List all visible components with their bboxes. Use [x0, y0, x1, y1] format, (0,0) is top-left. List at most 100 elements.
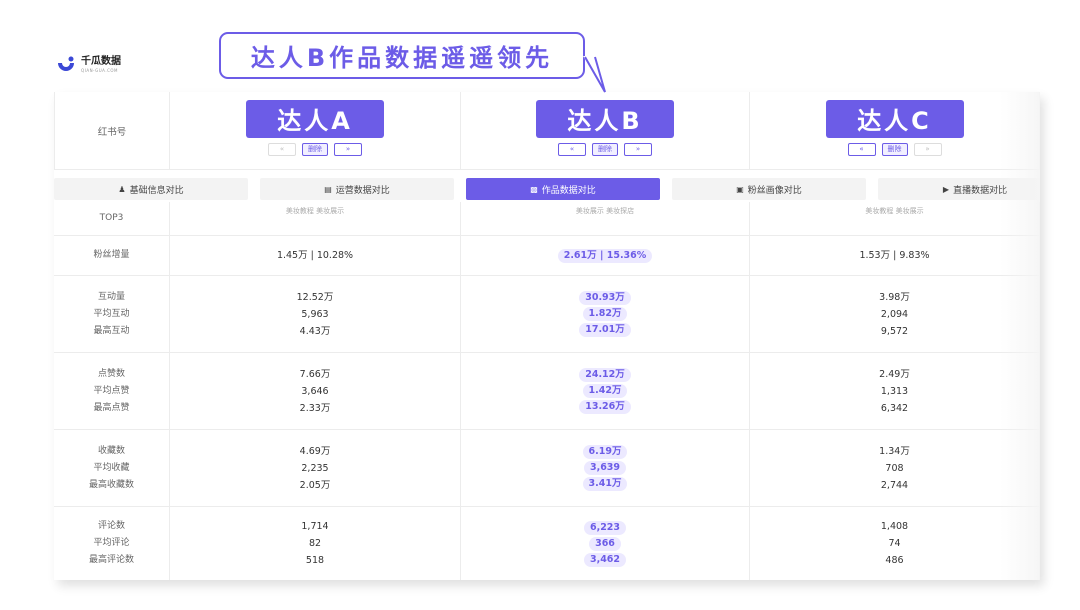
top3-cell-c: 美妆教程 美妆展示 — [750, 202, 1040, 235]
label-line: 最高点赞 — [93, 402, 130, 413]
tab-label: 基础信息对比 — [129, 185, 184, 196]
row-label: 点赞数 平均点赞 最高点赞 — [54, 353, 170, 429]
live-icon: ▶ — [942, 184, 950, 194]
chart-icon: ▤ — [324, 184, 332, 194]
value: 1,408 — [880, 521, 909, 532]
value: 2,235 — [301, 462, 329, 474]
value: 74 — [888, 538, 901, 549]
table-cell: 2.49万 1,313 6,342 — [750, 353, 1040, 429]
label-line: 最高评论数 — [88, 555, 134, 565]
table-cell: 30.93万 1.82万 17.01万 — [461, 276, 750, 352]
logo-icon — [58, 56, 74, 71]
label-line: 平均评论 — [93, 538, 130, 548]
value: 708 — [885, 462, 904, 474]
value: 82 — [308, 538, 322, 549]
tab-label: 直播数据对比 — [953, 185, 1008, 196]
logo-subtitle: QIAN-GUA.COM — [81, 68, 119, 73]
talent-b-header: 达人B « 删除 » — [461, 92, 750, 169]
value: 1.34万 — [879, 445, 910, 457]
fans-growth-row: 粉丝增量 1.45万 | 10.28% 2.61万 | 15.36% 1.53万… — [54, 236, 1040, 276]
top3-tags-b: 美妆展示 美妆探店 — [575, 207, 635, 215]
talent-a-name: 达人A — [246, 99, 384, 138]
top3-cell-b: 美妆展示 美妆探店 — [461, 202, 750, 235]
label-line: 互动量 — [97, 291, 125, 302]
table-cell: 4.69万 2,235 2.05万 — [170, 430, 461, 506]
tab-works[interactable]: ▩ 作品数据对比 — [466, 178, 660, 200]
tab-operations[interactable]: ▤ 运营数据对比 — [260, 178, 454, 200]
top3-cell-a: 美妆教程 美妆展示 — [170, 202, 461, 235]
value: 4.69万 — [299, 445, 331, 457]
tab-live[interactable]: ▶ 直播数据对比 — [878, 178, 1040, 200]
table-cell: 1.34万 708 2,744 — [750, 430, 1040, 506]
table-cell: 24.12万 1.42万 13.26万 — [461, 353, 750, 429]
talent-a-next-button[interactable]: » — [334, 142, 362, 156]
table-cell: 1,714 82 518 — [170, 507, 461, 580]
value: 2.49万 — [879, 368, 910, 380]
header-row: 红书号 达人A « 删除 » 达人B « 删除 » 达人C « 删除 » — [54, 92, 1040, 170]
callout-text: 达人B作品数据遥遥领先 — [250, 44, 554, 72]
table-cell: 1.53万 | 9.83% — [750, 236, 1040, 275]
value: 3,462 — [583, 552, 627, 567]
tab-fans-profile[interactable]: ▣ 粉丝画像对比 — [672, 178, 866, 200]
tab-basic-info[interactable]: ♟ 基础信息对比 — [54, 178, 248, 200]
table-cell: 6,223 366 3,462 — [461, 507, 750, 580]
talent-c-name: 达人C — [825, 99, 964, 138]
top3-row: TOP3 美妆教程 美妆展示 美妆展示 美妆探店 美妆教程 美妆展示 — [54, 202, 1040, 236]
value: 366 — [589, 536, 621, 551]
value: 1,714 — [301, 521, 329, 532]
top3-tags-c: 美妆教程 美妆展示 — [865, 207, 924, 215]
table-cell: 3.98万 2,094 9,572 — [750, 276, 1040, 352]
fans-icon: ▣ — [736, 184, 744, 194]
row-label: 收藏数 平均收藏 最高收藏数 — [54, 430, 170, 506]
table-cell: 12.52万 5,963 4.43万 — [170, 276, 461, 352]
value: 24.12万 — [579, 368, 631, 382]
value: 2.33万 — [299, 402, 331, 414]
row-label: 评论数 平均评论 最高评论数 — [54, 507, 170, 580]
label-line: 平均点赞 — [93, 385, 130, 396]
table-cell: 1.45万 | 10.28% — [170, 236, 461, 275]
document-icon: ▩ — [530, 184, 538, 194]
callout-tail — [583, 56, 606, 93]
value: 2,094 — [880, 308, 909, 320]
talent-a-delete-button[interactable]: 删除 — [302, 142, 328, 156]
value: 30.93万 — [579, 291, 631, 305]
fans-growth-b: 2.61万 | 15.36% — [557, 248, 653, 263]
value: 7.66万 — [299, 368, 331, 380]
comparison-table: 红书号 达人A « 删除 » 达人B « 删除 » 达人C « 删除 » ♟ 基… — [54, 92, 1040, 580]
talent-b-prev-button[interactable]: « — [558, 142, 586, 156]
value: 6.19万 — [582, 445, 628, 459]
talent-a-prev-button[interactable]: « — [268, 142, 296, 156]
value: 1,313 — [880, 385, 909, 397]
value: 3.41万 — [582, 477, 628, 491]
talent-c-next-button[interactable]: » — [913, 142, 942, 156]
logo-name: 千瓜数据 — [81, 56, 121, 67]
talent-a-header: 达人A « 删除 » — [170, 92, 461, 169]
label-line: 平均收藏 — [93, 462, 130, 473]
row-label: TOP3 — [54, 202, 170, 235]
table-cell: 1,408 74 486 — [750, 507, 1040, 580]
value: 4.43万 — [299, 325, 331, 337]
logo: 千瓜数据 QIAN-GUA.COM — [56, 55, 121, 75]
talent-c-prev-button[interactable]: « — [847, 142, 876, 156]
talent-c-header: 达人C « 删除 » — [750, 92, 1040, 169]
tab-label: 作品数据对比 — [541, 185, 596, 196]
value: 3,639 — [583, 461, 627, 475]
label-line: 点赞数 — [97, 368, 125, 379]
header-label: 红书号 — [54, 92, 170, 169]
value: 1.82万 — [582, 307, 628, 321]
talent-b-delete-button[interactable]: 删除 — [592, 142, 618, 156]
value: 3.98万 — [879, 291, 910, 303]
talent-b-name: 达人B — [536, 99, 674, 138]
talent-c-delete-button[interactable]: 删除 — [881, 142, 908, 156]
top3-tags-a: 美妆教程 美妆展示 — [285, 207, 345, 215]
likes-row: 点赞数 平均点赞 最高点赞 7.66万 3,646 2.33万 24.12万 1… — [54, 353, 1040, 430]
value: 13.26万 — [579, 400, 631, 414]
callout-bubble: 达人B作品数据遥遥领先 — [219, 32, 585, 79]
value: 1.42万 — [582, 384, 628, 398]
value: 3,646 — [301, 385, 329, 397]
label-line: 收藏数 — [97, 445, 125, 456]
talent-b-next-button[interactable]: » — [624, 142, 652, 156]
value: 6,342 — [880, 402, 909, 414]
value: 9,572 — [880, 325, 909, 337]
tab-bar: ♟ 基础信息对比 ▤ 运营数据对比 ▩ 作品数据对比 ▣ 粉丝画像对比 ▶ 直播… — [54, 178, 1040, 200]
